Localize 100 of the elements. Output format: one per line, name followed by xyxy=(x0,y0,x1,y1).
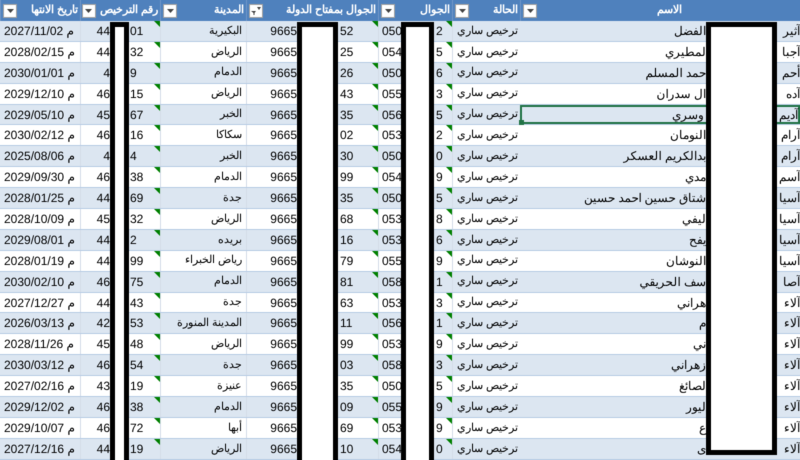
cell-text: 26 xyxy=(340,64,354,82)
cell-text: 35 xyxy=(340,378,354,396)
cell-text: 45 xyxy=(96,336,110,354)
cell-text: 9665 xyxy=(270,232,297,249)
cell-text: لمطيري xyxy=(665,44,706,61)
cell-text: 9665 xyxy=(270,210,297,228)
cell-text: 9665 xyxy=(270,420,297,437)
table-cell-text: 2027/11/02 م xyxy=(4,22,74,40)
cell-text: 053 xyxy=(382,294,402,312)
table-cell-text: جدة xyxy=(223,358,242,373)
cell-text: 32 xyxy=(130,210,144,228)
table-cell-text: 2028/01/19 م xyxy=(4,252,74,270)
dropdown-button[interactable] xyxy=(3,4,17,18)
table-cell-text: ترخيص ساري xyxy=(456,253,518,268)
table-cell-text: 2027/12/16 م xyxy=(4,440,74,458)
error-indicator-icon xyxy=(372,397,378,404)
table-cell-text: 2029/05/10 م xyxy=(4,106,74,124)
table-cell-text: ترخيص ساري xyxy=(456,295,518,310)
error-indicator-icon xyxy=(446,188,452,194)
cell-text: 2 xyxy=(436,127,443,144)
cell-text: 46 xyxy=(96,86,110,103)
cell-text: 19 xyxy=(130,378,144,396)
cell-text: 42 xyxy=(96,315,110,332)
cell-text: 9665 xyxy=(270,357,297,374)
table-cell-text: 2028/10/09 م xyxy=(4,210,74,228)
dropdown-button[interactable] xyxy=(523,4,537,18)
table-cell-text: 2027/12/27 م xyxy=(4,294,74,312)
header-label: المدينة xyxy=(214,3,244,18)
cell-text: 055 xyxy=(382,398,402,416)
cell-text: 9665 xyxy=(270,336,297,354)
cell-text: 0 xyxy=(436,440,443,458)
cell-text: 43 xyxy=(340,86,354,103)
header-label: تاريخ الانتها xyxy=(30,3,78,18)
table-cell-text: 2029/08/01 م xyxy=(4,232,74,249)
cell-text: 3 xyxy=(436,86,443,103)
cell-text: 9665 xyxy=(270,169,297,186)
cell-text: 1 xyxy=(436,315,443,332)
table-cell-text: البكيرية xyxy=(209,24,242,39)
error-indicator-icon xyxy=(154,438,160,445)
error-indicator-icon xyxy=(372,42,378,48)
cell-text: 54 xyxy=(130,357,144,374)
cell-text: 79 xyxy=(340,252,354,270)
cell-text: 69 xyxy=(340,420,354,437)
cell-text: 9665 xyxy=(270,64,297,82)
error-indicator-icon xyxy=(446,125,452,132)
cell-text: 9665 xyxy=(270,86,297,103)
cell-text: 3 xyxy=(436,294,443,312)
table-cell-text: الرياض xyxy=(211,442,242,457)
cell-text: شتاق حسين احمد حسين xyxy=(584,190,706,208)
cell-text: 2 xyxy=(130,232,137,249)
dropdown-button[interactable] xyxy=(82,4,96,18)
cell-text: 16 xyxy=(130,127,144,144)
cell-text: يفح xyxy=(689,232,706,249)
cell-text: 3 xyxy=(436,357,443,374)
cell-text: ى xyxy=(697,440,706,458)
caret-icon xyxy=(166,8,174,12)
caret-icon xyxy=(458,8,466,12)
header-label: الجوال xyxy=(420,3,450,18)
table-cell-text: ترخيص ساري xyxy=(456,65,518,80)
dropdown-button[interactable] xyxy=(163,4,177,18)
error-indicator-icon xyxy=(446,334,452,340)
cell-text: 44 xyxy=(96,22,110,40)
cell-text: 9665 xyxy=(270,252,297,270)
cell-text: 46 xyxy=(96,357,110,374)
dropdown-button[interactable] xyxy=(455,4,469,18)
cell-text: 44 xyxy=(96,44,110,61)
cell-text: ليفي xyxy=(682,210,706,228)
cell-text: مدي xyxy=(685,169,706,186)
cell-text: 48 xyxy=(130,336,144,354)
filter-button[interactable] xyxy=(249,4,263,18)
table-cell-text: 2029/12/02 م xyxy=(4,398,74,416)
table-cell-text: ترخيص ساري xyxy=(456,274,518,290)
table-cell-text: 2027/02/16 م xyxy=(4,378,74,396)
dropdown-button[interactable] xyxy=(381,4,395,18)
cell-text: 1 xyxy=(436,274,443,291)
error-indicator-icon xyxy=(372,84,378,90)
cell-text: 9 xyxy=(436,420,443,437)
cell-text: 0 xyxy=(436,148,443,166)
error-indicator-icon xyxy=(446,42,452,48)
error-indicator-icon xyxy=(154,62,160,69)
error-indicator-icon xyxy=(446,62,452,69)
cell-text: 35 xyxy=(340,190,354,208)
error-indicator-icon xyxy=(446,272,452,278)
error-indicator-icon xyxy=(446,418,452,424)
table-cell-text: ترخيص ساري xyxy=(456,107,518,122)
table-cell-text: 2029/10/07 م xyxy=(4,420,74,437)
cell-text: 99 xyxy=(130,252,144,270)
error-indicator-icon xyxy=(154,313,160,320)
error-indicator-icon xyxy=(446,21,452,27)
error-indicator-icon xyxy=(372,167,378,174)
cell-text: سف الحريقي xyxy=(640,274,706,291)
cell-text: 44 xyxy=(96,252,110,270)
error-indicator-icon xyxy=(446,84,452,90)
cell-text: 16 xyxy=(340,232,354,249)
cell-text: 10 xyxy=(340,440,354,458)
fill-handle[interactable] xyxy=(519,120,524,126)
cell-text: 11 xyxy=(340,315,352,332)
cell-text: 9665 xyxy=(270,106,297,124)
error-indicator-icon xyxy=(154,292,160,299)
cell-text: م xyxy=(699,315,706,332)
